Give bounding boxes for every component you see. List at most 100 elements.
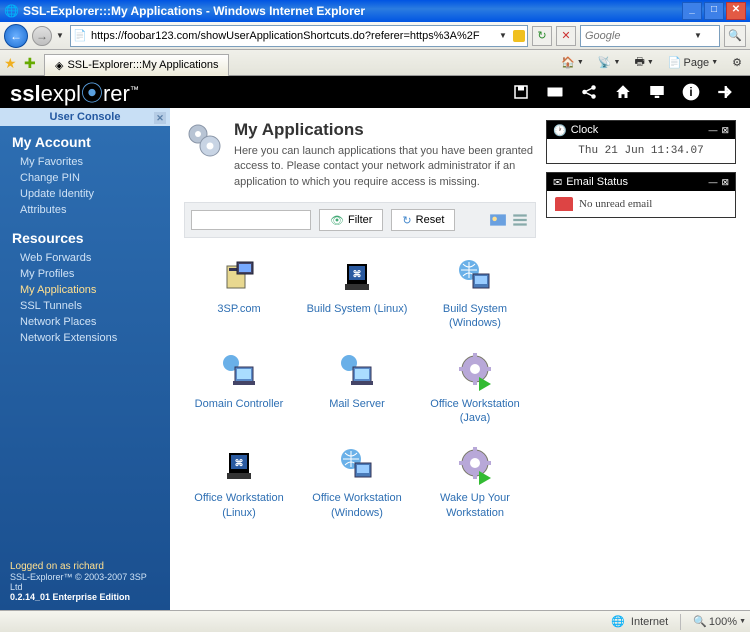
sidebar-item-update-identity[interactable]: Update Identity — [12, 186, 158, 202]
app-office-workstation-java-[interactable]: Office Workstation (Java) — [420, 351, 530, 426]
filter-input[interactable] — [191, 210, 311, 230]
app-office-workstation-windows-[interactable]: Office Workstation (Windows) — [302, 445, 412, 520]
view-icons-button[interactable] — [489, 211, 507, 229]
filter-bar: 👁Filter ↻Reset — [184, 202, 536, 238]
feeds-button[interactable]: 📡▼ — [594, 54, 625, 71]
app-icon — [219, 256, 259, 296]
refresh-button[interactable]: ↻ — [532, 26, 552, 46]
sidebar-item-web-forwards[interactable]: Web Forwards — [12, 250, 158, 266]
tools-menu-button[interactable]: ⚙ — [728, 54, 746, 71]
window-titlebar: 🌐 SSL-Explorer:::My Applications - Windo… — [0, 0, 750, 22]
browser-status-bar: 🌐 Internet 🔍 100% ▼ — [0, 610, 750, 632]
app-icon — [455, 256, 495, 296]
window-close-button[interactable]: ✕ — [726, 2, 746, 20]
reset-button[interactable]: ↻Reset — [391, 209, 455, 231]
page-menu-button[interactable]: 📄Page▼ — [664, 54, 722, 71]
page-description: Here you can launch applications that yo… — [234, 144, 534, 190]
filter-eye-icon: 👁 — [330, 214, 344, 227]
forward-button[interactable]: → — [32, 26, 52, 46]
app-build-system-linux-[interactable]: ⌘ Build System (Linux) — [302, 256, 412, 331]
user-console-close-icon[interactable]: ✕ — [154, 112, 166, 124]
zoom-control[interactable]: 🔍 100% ▼ — [693, 615, 746, 628]
app-icon — [455, 351, 495, 391]
tab-favicon: ◈ — [55, 59, 63, 72]
sidebar-item-attributes[interactable]: Attributes — [12, 202, 158, 218]
window-minimize-button[interactable]: _ — [682, 2, 702, 20]
search-go-button[interactable]: 🔍 — [724, 25, 746, 47]
app-build-system-windows-[interactable]: Build System (Windows) — [420, 256, 530, 331]
header-save-icon[interactable] — [506, 78, 536, 106]
lock-icon — [513, 30, 525, 42]
sidebar-heading-resources: Resources — [12, 230, 158, 246]
favorites-star-icon[interactable]: ★ — [4, 55, 20, 71]
app-mail-server[interactable]: Mail Server — [302, 351, 412, 426]
app-label: Build System (Linux) — [302, 302, 412, 316]
app-label: 3SP.com — [184, 302, 294, 316]
header-monitor-icon[interactable] — [642, 78, 672, 106]
app-icon — [455, 445, 495, 485]
page-title: My Applications — [234, 120, 534, 140]
search-box[interactable]: ▼ — [580, 25, 720, 47]
app-office-workstation-linux-[interactable]: ⌘Office Workstation (Linux) — [184, 445, 294, 520]
view-list-button[interactable] — [511, 211, 529, 229]
sidebar-item-my-favorites[interactable]: My Favorites — [12, 154, 158, 170]
app-icon: ⌘ — [337, 256, 377, 296]
internet-zone-label: Internet — [631, 616, 668, 628]
panel-close-icon[interactable]: ⊠ — [721, 177, 729, 188]
sidebar-item-ssl-tunnels[interactable]: SSL Tunnels — [12, 298, 158, 314]
stop-button[interactable]: ✕ — [556, 26, 576, 46]
app-wake-up-your-workstation[interactable]: Wake Up Your Workstation — [420, 445, 530, 520]
filter-button[interactable]: 👁Filter — [319, 209, 383, 231]
header-share-icon[interactable] — [574, 78, 604, 106]
browser-tab[interactable]: ◈ SSL-Explorer:::My Applications — [44, 54, 229, 76]
address-bar[interactable]: 📄 ▼ — [70, 25, 528, 47]
zoom-icon: 🔍 — [693, 615, 707, 628]
header-info-icon[interactable]: i — [676, 78, 706, 106]
email-status-message: No unread email — [579, 198, 652, 210]
reset-icon: ↻ — [402, 214, 411, 227]
mail-icon: ✉ — [553, 176, 562, 189]
app-label: Domain Controller — [184, 397, 294, 411]
clock-panel-title: Clock — [571, 124, 599, 136]
panel-close-icon[interactable]: ⊠ — [721, 125, 729, 136]
sidebar-item-network-extensions[interactable]: Network Extensions — [12, 330, 158, 346]
logged-on-label: Logged on as richard — [10, 561, 160, 572]
app-icon — [337, 351, 377, 391]
window-maximize-button[interactable]: □ — [704, 2, 724, 20]
app-label: Wake Up Your Workstation — [420, 491, 530, 520]
browser-tab-bar: ★ ✚ ◈ SSL-Explorer:::My Applications 🏠▼ … — [0, 50, 750, 76]
internet-zone-icon: 🌐 — [611, 615, 625, 628]
header-keyboard-icon[interactable] — [540, 78, 570, 106]
window-title: SSL-Explorer:::My Applications - Windows… — [23, 4, 365, 18]
sidebar-heading-account: My Account — [12, 134, 158, 150]
clock-value: Thu 21 Jun 11:34.07 — [547, 139, 735, 163]
sidebar-item-network-places[interactable]: Network Places — [12, 314, 158, 330]
app-3sp-com[interactable]: 3SP.com — [184, 256, 294, 331]
clock-icon: 🕐 — [553, 124, 567, 137]
app-domain-controller[interactable]: Domain Controller — [184, 351, 294, 426]
svg-text:⌘: ⌘ — [353, 269, 362, 279]
app-header: sslexpl⦿rer™ i — [0, 76, 750, 108]
panel-minimize-icon[interactable]: — — [708, 125, 717, 136]
add-favorite-icon[interactable]: ✚ — [24, 55, 40, 71]
panel-minimize-icon[interactable]: — — [708, 177, 717, 188]
print-button[interactable]: 🖶▼ — [630, 51, 657, 74]
search-input[interactable] — [581, 30, 691, 42]
sidebar-item-my-applications[interactable]: My Applications — [12, 282, 158, 298]
nav-history-dropdown[interactable]: ▼ — [56, 31, 66, 40]
search-provider-dropdown[interactable]: ▼ — [691, 31, 701, 40]
email-panel: ✉ Email Status — ⊠ No unread email — [546, 172, 736, 218]
clock-panel: 🕐 Clock — ⊠ Thu 21 Jun 11:34.07 — [546, 120, 736, 164]
home-button[interactable]: 🏠▼ — [557, 54, 588, 71]
header-logout-icon[interactable] — [710, 78, 740, 106]
back-button[interactable]: ← — [4, 24, 28, 48]
sidebar: User Console ✕ My Account My FavoritesCh… — [0, 108, 170, 610]
header-home-icon[interactable] — [608, 78, 638, 106]
gear-icon: ⚙ — [732, 56, 742, 69]
url-dropdown[interactable]: ▼ — [499, 31, 509, 40]
sidebar-item-change-pin[interactable]: Change PIN — [12, 170, 158, 186]
app-icon: ⌘ — [219, 445, 259, 485]
app-label: Mail Server — [302, 397, 412, 411]
sidebar-item-my-profiles[interactable]: My Profiles — [12, 266, 158, 282]
url-input[interactable] — [91, 27, 495, 45]
